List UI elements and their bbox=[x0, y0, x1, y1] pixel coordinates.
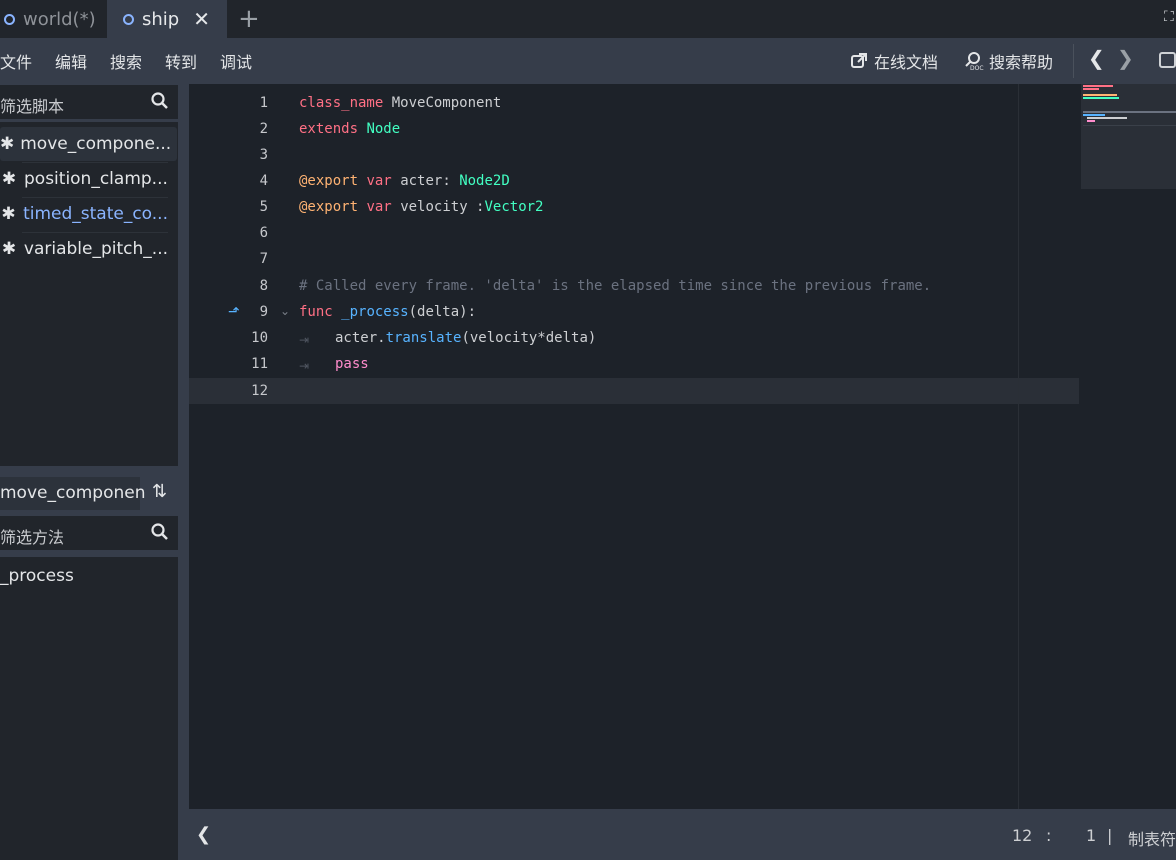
line-number: 12 bbox=[251, 383, 268, 399]
line-number: 9 bbox=[259, 304, 268, 320]
script-item-label: variable_pitch_... bbox=[23, 239, 168, 259]
code-line: pass bbox=[335, 356, 369, 372]
script-item-label: position_clamp... bbox=[24, 169, 168, 189]
cursor-column: 1 bbox=[1086, 826, 1097, 845]
menu-debug[interactable]: 调试 bbox=[220, 49, 252, 73]
line-number: 7 bbox=[259, 251, 268, 267]
minimap-line bbox=[1083, 114, 1105, 116]
script-tab-icon bbox=[4, 13, 15, 25]
sort-icon[interactable]: ⇅ bbox=[152, 481, 167, 502]
minimap-line bbox=[1083, 85, 1113, 87]
maximize-icon[interactable]: ⛶ bbox=[1164, 9, 1174, 25]
line-number: 8 bbox=[259, 278, 268, 294]
menu-file[interactable]: 文件 bbox=[0, 49, 32, 73]
current-script-label: move_componen bbox=[0, 483, 146, 503]
line-number: 3 bbox=[259, 147, 268, 163]
script-item-move-component[interactable]: ✱ move_compone... bbox=[0, 127, 172, 161]
forward-icon[interactable]: ❯ bbox=[1117, 46, 1134, 70]
script-item-variable-pitch[interactable]: ✱ variable_pitch_... bbox=[0, 232, 168, 266]
tab-world[interactable]: world(*) bbox=[4, 0, 96, 38]
script-tab-icon bbox=[123, 13, 134, 25]
close-icon[interactable]: ✕ bbox=[193, 7, 210, 31]
current-script-name: move_componen bbox=[0, 477, 146, 510]
script-item-position-clamp[interactable]: ✱ position_clamp... bbox=[0, 162, 168, 196]
current-line-highlight bbox=[189, 378, 1079, 404]
search-icon bbox=[151, 523, 168, 540]
plus-icon: + bbox=[238, 4, 260, 34]
cursor-separator: : bbox=[1046, 826, 1052, 845]
search-help-button[interactable]: DOC 搜索帮助 bbox=[964, 49, 1053, 73]
override-method-icon[interactable]: ⬏ bbox=[228, 304, 240, 320]
code-line: extends Node bbox=[299, 121, 401, 137]
status-divider: | bbox=[1107, 826, 1113, 845]
methods-list bbox=[0, 557, 178, 860]
scripts-filter-input[interactable]: 筛选脚本 bbox=[0, 85, 178, 119]
gear-icon: ✱ bbox=[0, 134, 15, 154]
minimap-line bbox=[1087, 120, 1095, 122]
script-item-label: timed_state_co... bbox=[23, 204, 168, 224]
menu-goto[interactable]: 转到 bbox=[165, 49, 197, 73]
code-line: @export var acter: Node2D bbox=[299, 173, 510, 189]
line-number: 10 bbox=[251, 330, 268, 346]
scripts-filter-placeholder: 筛选脚本 bbox=[0, 97, 65, 116]
gear-icon: ✱ bbox=[1, 169, 17, 189]
svg-text:DOC: DOC bbox=[970, 65, 984, 71]
menu-search[interactable]: 搜索 bbox=[110, 49, 142, 73]
code-line: func _process(delta): bbox=[299, 304, 477, 320]
online-docs-label: 在线文档 bbox=[874, 53, 939, 72]
search-help-label: 搜索帮助 bbox=[989, 53, 1054, 72]
fold-chevron-icon[interactable]: ⌄ bbox=[280, 304, 290, 318]
back-icon[interactable]: ❮ bbox=[1088, 46, 1105, 70]
minimap[interactable] bbox=[1081, 84, 1176, 189]
tab-indent-icon: ⇥ bbox=[299, 333, 310, 347]
code-line: class_name MoveComponent bbox=[299, 95, 502, 111]
minimap-line bbox=[1083, 125, 1176, 126]
gear-icon: ✱ bbox=[1, 204, 16, 224]
tab-label: world(*) bbox=[23, 8, 96, 30]
indent-mode-button[interactable]: 制表符 bbox=[1128, 826, 1176, 850]
line-number: 6 bbox=[259, 225, 268, 241]
gear-icon: ✱ bbox=[1, 239, 17, 259]
minimap-line bbox=[1083, 88, 1099, 90]
script-item-timed-state[interactable]: ✱ timed_state_co... bbox=[0, 197, 168, 231]
external-link-icon bbox=[851, 53, 867, 68]
line-number: 11 bbox=[251, 356, 268, 372]
line-length-guide bbox=[1018, 84, 1019, 809]
tab-bar: world(*) ship ✕ + ⛶ bbox=[0, 0, 1176, 38]
cursor-line: 12 bbox=[1012, 826, 1033, 845]
search-icon bbox=[151, 92, 168, 109]
methods-filter-input[interactable]: 筛选方法 bbox=[0, 516, 178, 550]
toolbar-divider bbox=[1073, 44, 1074, 78]
methods-filter-placeholder: 筛选方法 bbox=[0, 528, 65, 547]
minimap-line bbox=[1083, 94, 1117, 96]
help-search-icon: DOC bbox=[965, 52, 984, 71]
method-item-process[interactable]: _process bbox=[0, 566, 74, 586]
code-line: # Called every frame. 'delta' is the ela… bbox=[299, 278, 932, 294]
line-number: 2 bbox=[259, 121, 268, 137]
line-number: 1 bbox=[259, 95, 268, 111]
line-number: 5 bbox=[259, 199, 268, 215]
minimap-line bbox=[1087, 117, 1127, 119]
online-docs-button[interactable]: 在线文档 bbox=[850, 49, 938, 73]
collapse-panel-icon[interactable]: ❮ bbox=[196, 824, 211, 845]
minimap-line bbox=[1083, 97, 1119, 99]
add-tab-button[interactable]: + bbox=[238, 0, 260, 38]
script-item-label: move_compone... bbox=[20, 134, 172, 154]
tab-ship[interactable]: ship ✕ bbox=[107, 0, 227, 38]
window-toggle-icon[interactable] bbox=[1159, 52, 1176, 68]
line-number: 4 bbox=[259, 173, 268, 189]
code-line: @export var velocity :Vector2 bbox=[299, 199, 544, 215]
tab-label: ship bbox=[142, 8, 180, 30]
code-line: acter.translate(velocity*delta) bbox=[335, 330, 597, 346]
menu-edit[interactable]: 编辑 bbox=[55, 49, 87, 73]
minimap-line bbox=[1083, 111, 1176, 113]
tab-indent-icon: ⇥ bbox=[299, 359, 310, 373]
